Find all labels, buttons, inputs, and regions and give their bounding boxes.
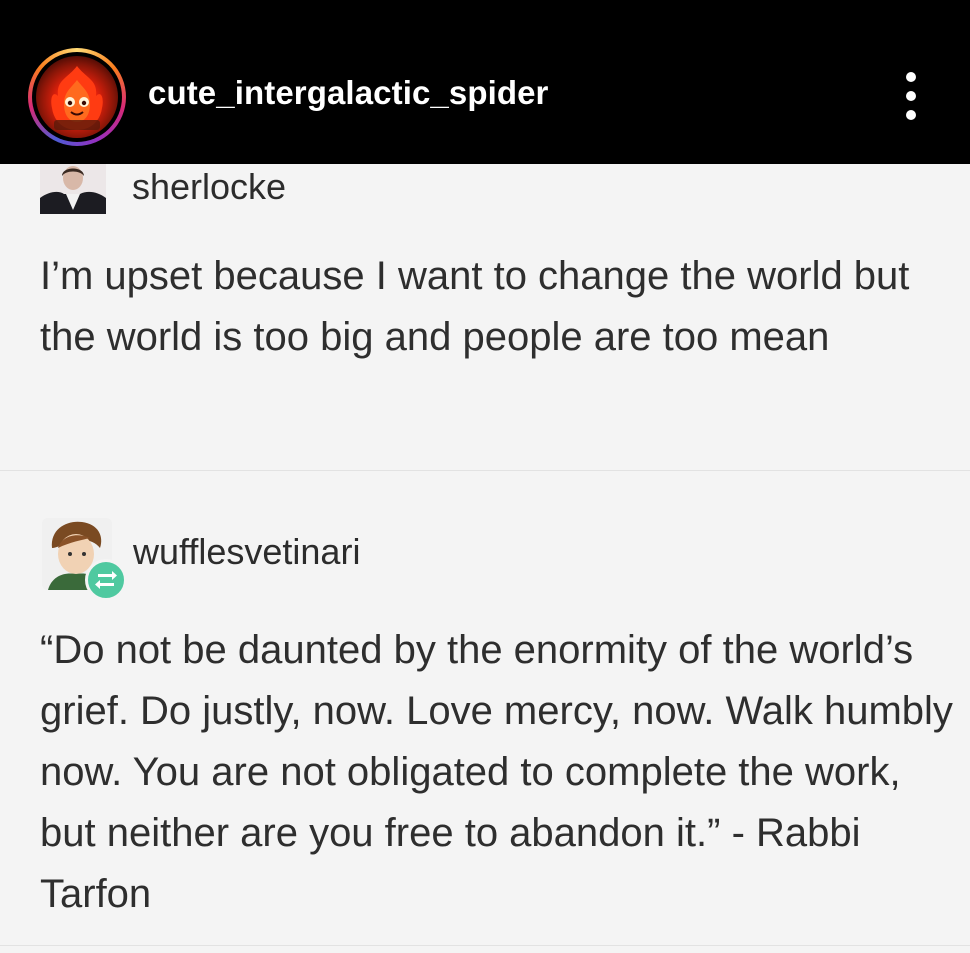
post-text: I’m upset because I want to change the w… xyxy=(40,254,910,359)
header-username[interactable]: cute_intergalactic_spider xyxy=(148,74,549,112)
reblog-arrows xyxy=(95,571,117,589)
avatar-art-sherlocke xyxy=(40,164,106,214)
post-divider xyxy=(0,945,970,946)
menu-dot xyxy=(906,91,916,101)
reblog-icon xyxy=(85,559,127,601)
post-divider xyxy=(0,470,970,471)
post-username[interactable]: sherlocke xyxy=(132,166,286,208)
post-username[interactable]: wufflesvetinari xyxy=(133,531,360,573)
calcifer-fire-icon xyxy=(36,56,118,138)
story-ring[interactable] xyxy=(28,48,126,146)
post-header: cute_intergalactic_spider xyxy=(0,0,970,164)
more-vertical-icon[interactable] xyxy=(893,70,929,122)
user-avatar-icon[interactable] xyxy=(40,164,106,214)
menu-dot xyxy=(906,110,916,120)
calcifer-fire-art xyxy=(51,66,103,130)
post-text: “Do not be daunted by the enormity of th… xyxy=(40,628,953,916)
menu-dot xyxy=(906,72,916,82)
